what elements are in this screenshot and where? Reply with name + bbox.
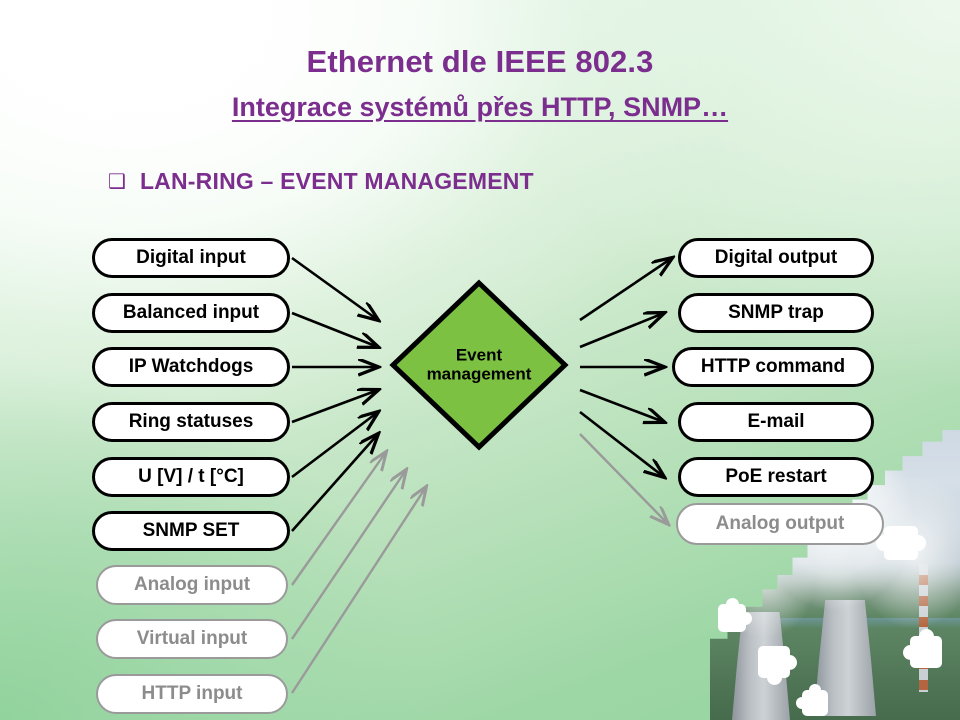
arrow-input-8 <box>291 470 406 640</box>
input-node-ip-watchdogs[interactable]: IP Watchdogs <box>92 347 290 387</box>
arrow-input-5 <box>291 412 378 479</box>
arrow-output-2 <box>579 313 664 349</box>
arrow-input-1 <box>291 256 378 320</box>
input-node-balanced-input[interactable]: Balanced input <box>92 293 290 333</box>
arrow-input-9 <box>290 487 426 694</box>
output-node-poe-restart[interactable]: PoE restart <box>678 457 874 497</box>
output-node-snmp-trap[interactable]: SNMP trap <box>678 293 874 333</box>
output-node-http-command[interactable]: HTTP command <box>672 347 874 387</box>
slide-canvas: Ethernet dle IEEE 802.3 Integrace systém… <box>0 0 960 720</box>
arrow-output-1 <box>579 258 672 322</box>
output-node-email[interactable]: E-mail <box>678 402 874 442</box>
output-node-digital-output[interactable]: Digital output <box>678 238 874 278</box>
arrow-input-2 <box>291 311 378 347</box>
arrow-output-4 <box>579 388 664 422</box>
diamond-shape <box>389 279 569 451</box>
input-node-analog-input[interactable]: Analog input <box>96 565 288 605</box>
arrow-output-5 <box>579 410 664 477</box>
output-node-analog-output[interactable]: Analog output <box>676 503 884 545</box>
input-node-ring-statuses[interactable]: Ring statuses <box>92 402 290 442</box>
input-node-http-input[interactable]: HTTP input <box>96 674 288 714</box>
arrow-input-4 <box>291 390 378 424</box>
event-management-node[interactable]: Event management <box>388 278 570 452</box>
input-node-snmp-set[interactable]: SNMP SET <box>92 511 290 551</box>
input-node-virtual-input[interactable]: Virtual input <box>96 619 288 659</box>
input-node-voltage-temp[interactable]: U [V] / t [°C] <box>92 457 290 497</box>
input-node-digital-input[interactable]: Digital input <box>92 238 290 278</box>
